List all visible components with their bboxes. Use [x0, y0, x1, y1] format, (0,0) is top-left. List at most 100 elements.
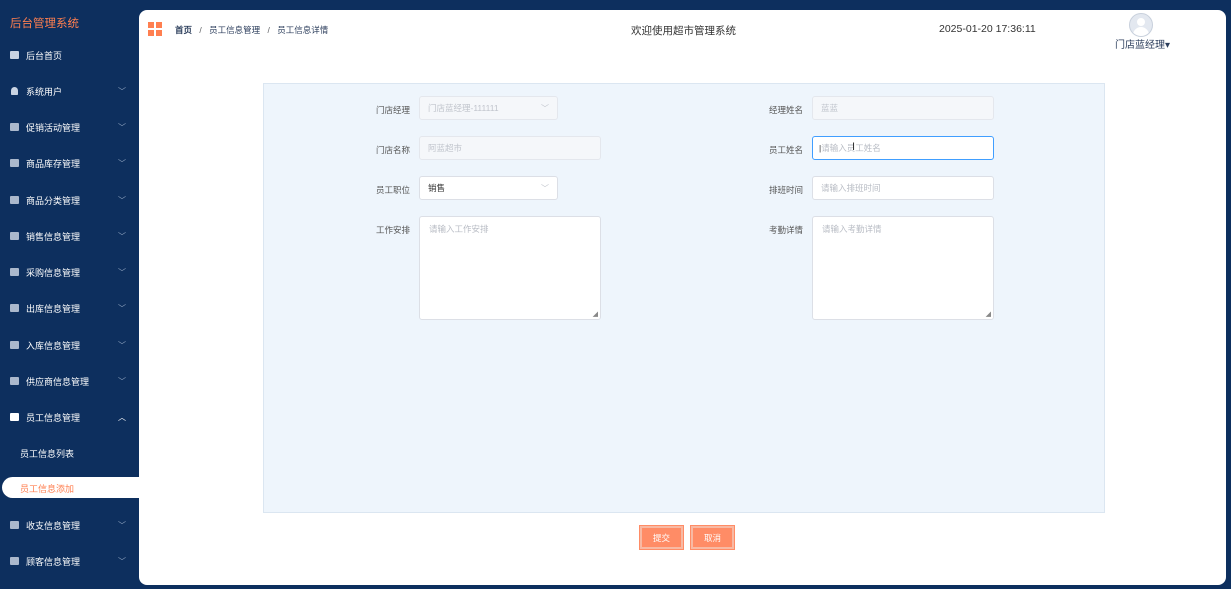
breadcrumb-employee-detail: 员工信息详情 [277, 25, 329, 35]
position-value: 销售 [428, 183, 446, 193]
chevron-down-icon: ﹀ [118, 158, 126, 168]
sidebar-item-suppliers[interactable]: 供应商信息管理 ﹀ [0, 371, 139, 391]
avatar[interactable] [1129, 13, 1153, 37]
sidebar-item-sales[interactable]: 销售信息管理 ﹀ [0, 226, 139, 246]
resize-grip-icon[interactable]: ◢ [593, 310, 598, 318]
schedule-time-label: 排班时间 [768, 185, 803, 195]
breadcrumb-employee-management[interactable]: 员工信息管理 [209, 25, 260, 35]
sidebar-subitem-employee-add[interactable]: 员工信息添加 [2, 477, 139, 498]
attendance-placeholder: 请输入考勤详情 [822, 224, 882, 234]
sidebar-item-label: 供应商信息管理 [26, 376, 90, 387]
check-square-icon [10, 196, 19, 204]
user-menu[interactable]: 门店蓝经理▾ [1115, 36, 1170, 51]
sidebar-item-outbound[interactable]: 出库信息管理 ﹀ [0, 298, 139, 318]
chevron-down-icon: ﹀ [541, 103, 549, 113]
sidebar-item-categories[interactable]: 商品分类管理 ﹀ [0, 190, 139, 210]
sidebar: 后台管理系统 后台首页 系统用户 ﹀ 促销活动管理 ﹀ 商品库存管理 ﹀ 商品分… [0, 0, 139, 589]
avatar-head [1137, 18, 1145, 26]
chevron-down-icon: ﹀ [118, 231, 126, 241]
user-name: 门店蓝经理 [1115, 40, 1165, 51]
grid-menu-icon[interactable] [148, 22, 162, 36]
submit-button[interactable]: 提交 [639, 525, 684, 550]
chevron-down-icon: ﹀ [118, 340, 126, 350]
employee-name-input[interactable]: | 请输入员工姓名 [812, 136, 994, 160]
chevron-down-icon: ﹀ [118, 303, 126, 313]
caret-down-icon: ▾ [1165, 40, 1171, 51]
chevron-down-icon: ﹀ [118, 86, 126, 96]
store-manager-value: 门店蓝经理-111111 [428, 103, 499, 113]
check-square-icon [10, 413, 19, 421]
manager-name-value: 蓝蓝 [821, 103, 839, 113]
sidebar-item-label: 员工信息管理 [26, 412, 81, 423]
chevron-down-icon: ﹀ [118, 122, 126, 132]
chevron-down-icon: ﹀ [118, 376, 126, 386]
sidebar-item-label: 促销活动管理 [26, 122, 81, 133]
sidebar-item-label: 采购信息管理 [26, 267, 81, 278]
sidebar-subitem-employee-list[interactable]: 员工信息列表 [0, 442, 139, 462]
manager-name-field: 蓝蓝 [812, 96, 994, 120]
sidebar-item-employees[interactable]: 员工信息管理 ︿ [0, 407, 139, 427]
breadcrumb-home[interactable]: 首页 [175, 25, 192, 35]
datetime-display: 2025-01-20 17:36:11 [939, 23, 1036, 35]
employee-name-label: 员工姓名 [768, 145, 803, 155]
resize-grip-icon[interactable]: ◢ [986, 310, 991, 318]
store-manager-label: 门店经理 [375, 105, 410, 115]
check-square-icon [10, 268, 19, 276]
chevron-down-icon: ﹀ [541, 183, 549, 193]
check-square-icon [10, 521, 19, 529]
breadcrumb-separator: / [267, 25, 270, 35]
text-cursor-icon: I [852, 141, 856, 153]
check-square-icon [10, 557, 19, 565]
check-square-icon [10, 341, 19, 349]
sidebar-item-promotions[interactable]: 促销活动管理 ﹀ [0, 117, 139, 137]
work-arrangement-label: 工作安排 [375, 225, 410, 235]
cancel-button[interactable]: 取消 [690, 525, 735, 550]
check-square-icon [10, 123, 19, 131]
schedule-time-input[interactable]: 请输入排班时间 [812, 176, 994, 200]
position-select[interactable]: 销售 ﹀ [419, 176, 558, 200]
sidebar-item-label: 系统用户 [26, 86, 63, 97]
sidebar-item-home[interactable]: 后台首页 [0, 45, 139, 65]
sidebar-item-inbound[interactable]: 入库信息管理 ﹀ [0, 335, 139, 355]
work-arrangement-textarea[interactable]: 请输入工作安排 ◢ [419, 216, 601, 320]
check-square-icon [10, 232, 19, 240]
sidebar-item-inventory[interactable]: 商品库存管理 ﹀ [0, 153, 139, 173]
chevron-up-icon: ︿ [118, 412, 126, 422]
check-square-icon [10, 159, 19, 167]
store-name-field: 阿蓝超市 [419, 136, 601, 160]
breadcrumb: 首页 / 员工信息管理 / 员工信息详情 [175, 24, 328, 36]
schedule-time-placeholder: 请输入排班时间 [821, 183, 881, 193]
manager-name-label: 经理姓名 [768, 105, 803, 115]
sidebar-item-finance[interactable]: 收支信息管理 ﹀ [0, 515, 139, 535]
employee-name-placeholder: 请输入员工姓名 [821, 143, 881, 153]
welcome-text: 欢迎使用超市管理系统 [631, 25, 736, 37]
work-arrangement-placeholder: 请输入工作安排 [429, 224, 489, 234]
store-name-label: 门店名称 [375, 145, 410, 155]
store-name-value: 阿蓝超市 [428, 143, 463, 153]
check-square-icon [10, 304, 19, 312]
sidebar-subitem-label: 员工信息列表 [20, 449, 75, 459]
sidebar-item-label: 后台首页 [26, 50, 63, 61]
user-icon [11, 87, 18, 95]
chevron-down-icon: ﹀ [118, 267, 126, 277]
main-panel: 首页 / 员工信息管理 / 员工信息详情 欢迎使用超市管理系统 2025-01-… [139, 10, 1226, 585]
sidebar-item-label: 顾客信息管理 [26, 556, 81, 567]
sidebar-item-customers[interactable]: 顾客信息管理 ﹀ [0, 551, 139, 571]
position-label: 员工职位 [375, 185, 410, 195]
chevron-down-icon: ﹀ [118, 556, 126, 566]
sidebar-item-label: 商品库存管理 [26, 158, 81, 169]
sidebar-item-label: 出库信息管理 [26, 303, 81, 314]
sidebar-item-label: 销售信息管理 [26, 231, 81, 242]
chevron-down-icon: ﹀ [118, 195, 126, 205]
attendance-textarea[interactable]: 请输入考勤详情 ◢ [812, 216, 994, 320]
sidebar-item-system-users[interactable]: 系统用户 ﹀ [0, 81, 139, 101]
sidebar-item-label: 入库信息管理 [26, 340, 81, 351]
attendance-label: 考勤详情 [768, 225, 803, 235]
brand-title: 后台管理系统 [10, 18, 79, 30]
sidebar-item-purchases[interactable]: 采购信息管理 ﹀ [0, 262, 139, 282]
employee-form: 门店经理 门店蓝经理-111111 ﹀ 经理姓名 蓝蓝 门店名称 阿蓝超市 员工… [263, 83, 1105, 513]
sidebar-subitem-label: 员工信息添加 [20, 484, 75, 494]
sidebar-item-label: 收支信息管理 [26, 520, 81, 531]
monitor-icon [10, 51, 19, 59]
store-manager-select: 门店蓝经理-111111 ﹀ [419, 96, 558, 120]
